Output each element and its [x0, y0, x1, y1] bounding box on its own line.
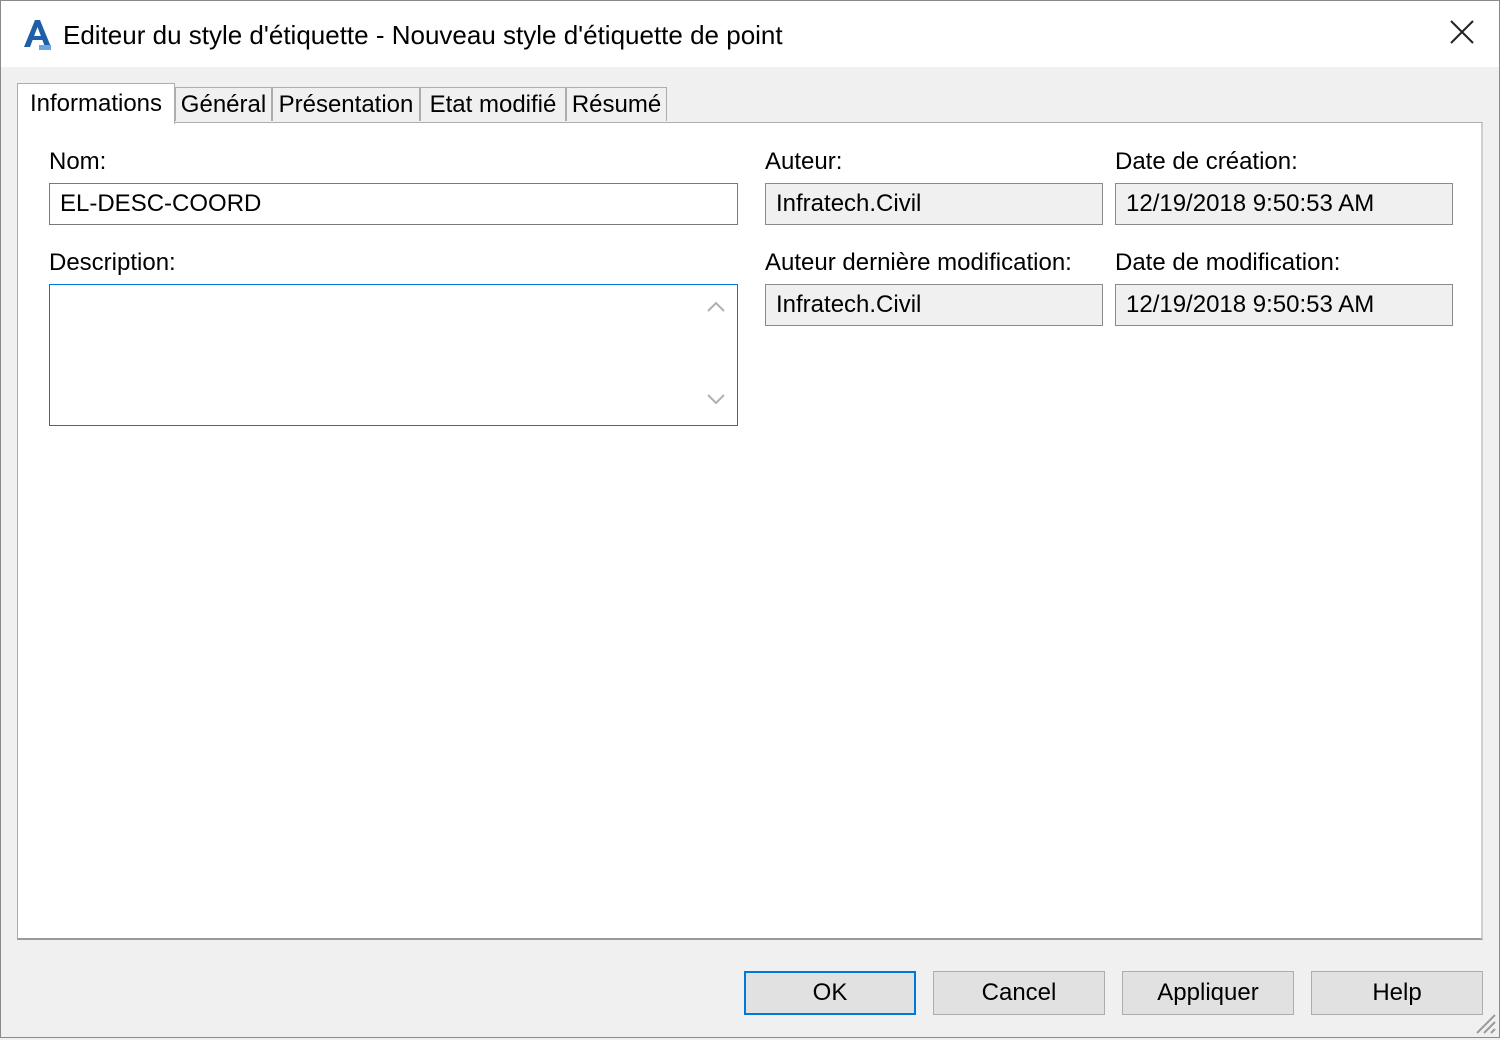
created-date-field[interactable]: 12/19/2018 9:50:53 AM [1115, 183, 1453, 225]
autodesk-civil-icon [21, 17, 53, 51]
tab-general[interactable]: Général [175, 87, 272, 121]
last-author-field[interactable]: Infratech.Civil [765, 284, 1103, 326]
tab-etat-modifie[interactable]: Etat modifié [420, 87, 566, 121]
description-textarea[interactable] [49, 284, 738, 426]
description-scrollbar[interactable] [696, 286, 736, 424]
modified-date-field[interactable]: 12/19/2018 9:50:53 AM [1115, 284, 1453, 326]
apply-button[interactable]: Appliquer [1122, 971, 1294, 1015]
author-field[interactable]: Infratech.Civil [765, 183, 1103, 225]
resize-grip-icon[interactable] [1471, 1009, 1497, 1035]
scroll-up-button[interactable] [696, 290, 736, 326]
window-title: Editeur du style d'étiquette - Nouveau s… [63, 20, 783, 50]
cancel-button[interactable]: Cancel [933, 971, 1105, 1015]
name-label: Nom: [49, 148, 107, 175]
close-button[interactable] [1425, 1, 1499, 67]
tab-presentation[interactable]: Présentation [272, 87, 420, 121]
modified-date-label: Date de modification: [1115, 249, 1341, 276]
last-author-label: Auteur dernière modification: [765, 249, 1072, 276]
dialog-window: Editeur du style d'étiquette - Nouveau s… [0, 0, 1500, 1038]
scroll-down-button[interactable] [696, 384, 736, 420]
close-icon [1449, 19, 1475, 50]
ok-button[interactable]: OK [744, 971, 916, 1015]
author-label: Auteur: [765, 148, 843, 175]
created-date-label: Date de création: [1115, 148, 1298, 175]
chevron-down-icon [707, 393, 725, 411]
chevron-up-icon [707, 299, 725, 317]
tab-resume[interactable]: Résumé [566, 87, 667, 121]
title-bar[interactable]: Editeur du style d'étiquette - Nouveau s… [1, 1, 1499, 67]
help-button[interactable]: Help [1311, 971, 1483, 1015]
name-input[interactable]: EL-DESC-COORD [49, 183, 738, 225]
tab-informations[interactable]: Informations [17, 83, 175, 124]
informations-panel: Nom: EL-DESC-COORD Description: Auteur: … [17, 122, 1483, 940]
description-label: Description: [49, 249, 176, 276]
